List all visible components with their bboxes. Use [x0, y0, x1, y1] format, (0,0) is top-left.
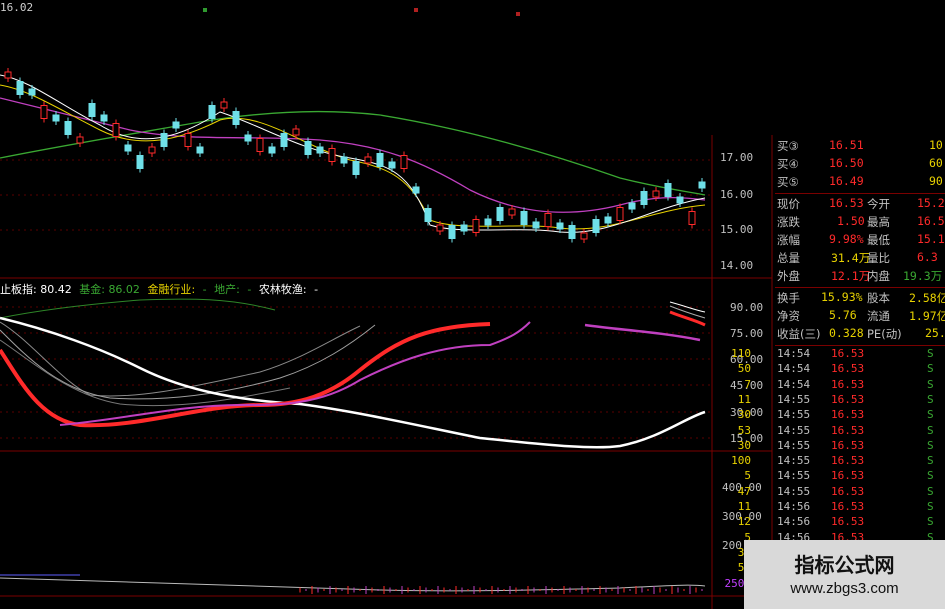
candle-body	[640, 191, 648, 205]
brand-name: 指标公式网	[794, 553, 895, 577]
indicator-line-red-tail	[669, 310, 706, 327]
candle-body	[100, 114, 108, 122]
ma-short-line	[0, 84, 706, 230]
indicator-axis-label: 75.00	[730, 327, 764, 340]
candle-body	[676, 196, 684, 204]
candle-body	[124, 144, 132, 152]
section-divider	[775, 345, 945, 346]
section-divider	[775, 287, 945, 288]
indicator-line-magenta	[59, 321, 531, 426]
candle-body	[304, 141, 312, 155]
indicator-line-white	[0, 316, 706, 449]
candle-body	[412, 186, 420, 194]
candle-body	[496, 207, 504, 221]
price-axis-label: 14.00	[720, 259, 754, 272]
candle-body	[532, 221, 540, 229]
candle-body	[160, 133, 168, 147]
candle-body	[136, 155, 144, 169]
candle-body	[556, 222, 564, 230]
candle-body	[256, 138, 264, 152]
candle-body	[592, 219, 600, 233]
stock-terminal-window: 16.02 17.00 16.00 15.00 14.00 止板指: 80.42…	[0, 0, 945, 609]
candle-body	[436, 224, 444, 232]
section-divider	[775, 193, 945, 194]
candle-body	[472, 219, 480, 233]
candle-body	[616, 207, 624, 221]
indicator-line-white-tail	[669, 301, 706, 313]
candle-body	[424, 208, 432, 222]
candle-body	[196, 146, 204, 154]
legend-value: 86.02	[108, 283, 140, 296]
candle-body	[316, 146, 324, 154]
candle-body	[652, 190, 660, 198]
candle-body	[172, 121, 180, 129]
price-axis-label: 17.00	[720, 151, 754, 164]
candle-body	[520, 211, 528, 225]
candle-body	[604, 216, 612, 224]
indicator-line-magenta-tail	[584, 323, 701, 342]
candle-body	[544, 213, 552, 227]
indicator-axis-label: 30.00	[730, 406, 764, 419]
candle-body	[376, 153, 384, 167]
candle-body	[220, 101, 228, 109]
candle-body	[52, 114, 60, 122]
candle-body	[580, 232, 588, 240]
candle-body	[328, 148, 336, 162]
candle-body	[484, 218, 492, 226]
candle-body	[400, 155, 408, 169]
indicator-axis-label: 15.00	[730, 432, 764, 445]
legend-label: 地产	[214, 283, 237, 296]
candle-body	[698, 181, 706, 189]
legend-label: 金融行业	[147, 283, 192, 296]
candle-body	[664, 183, 672, 197]
candle-body	[16, 81, 24, 95]
candle-body	[184, 133, 192, 147]
indicator-legend: 止板指: 80.42 基金: 86.02 金融行业: - 地产: - 农林牧渔:…	[0, 283, 319, 296]
legend-value: 80.42	[40, 283, 72, 296]
candle-body	[388, 161, 396, 169]
candle-body	[244, 134, 252, 142]
candle-body	[64, 121, 72, 135]
candle-body	[688, 211, 696, 225]
candle-body	[76, 136, 84, 144]
indicator-axis-label: 90.00	[730, 301, 764, 314]
candlestick-series	[4, 68, 706, 243]
candle-body	[280, 133, 288, 147]
candle-body	[40, 105, 48, 119]
candle-body	[352, 161, 360, 175]
candle-body	[448, 225, 456, 239]
candle-body	[568, 225, 576, 239]
indicator-line-fund	[0, 298, 276, 319]
candle-body	[4, 71, 12, 79]
candle-body	[88, 103, 96, 117]
candle-body	[292, 128, 300, 136]
candle-body	[364, 156, 372, 164]
candle-body	[208, 105, 216, 119]
candle-body	[148, 146, 156, 154]
candle-body	[232, 111, 240, 125]
quote-panel: 买③ 16.51 10 买④ 16.50 60 买⑤ 16.49 90 现价 1…	[724, 138, 945, 605]
candle-body	[628, 202, 636, 210]
candle-body	[28, 88, 36, 96]
indicator-line-grey2	[0, 324, 376, 400]
legend-label: 农林牧渔	[258, 283, 303, 296]
oscillator-line	[0, 577, 706, 592]
brand-url: www.zbgs3.com	[790, 580, 899, 597]
indicator-line-grey3	[0, 339, 291, 407]
candle-body	[508, 208, 516, 216]
price-axis-label: 16.00	[720, 188, 754, 201]
price-axis-label: 15.00	[720, 223, 754, 236]
candle-body	[340, 156, 348, 164]
legend-label: 止板指	[0, 283, 33, 296]
candle-body	[112, 123, 120, 137]
indicator-axis-label: 45.00	[730, 379, 764, 392]
legend-label: 基金	[79, 283, 102, 296]
indicator-line-grey-tail	[669, 305, 706, 319]
candle-body	[460, 224, 468, 232]
candle-body	[268, 146, 276, 154]
brand-watermark: 指标公式网 www.zbgs3.com	[744, 540, 945, 609]
